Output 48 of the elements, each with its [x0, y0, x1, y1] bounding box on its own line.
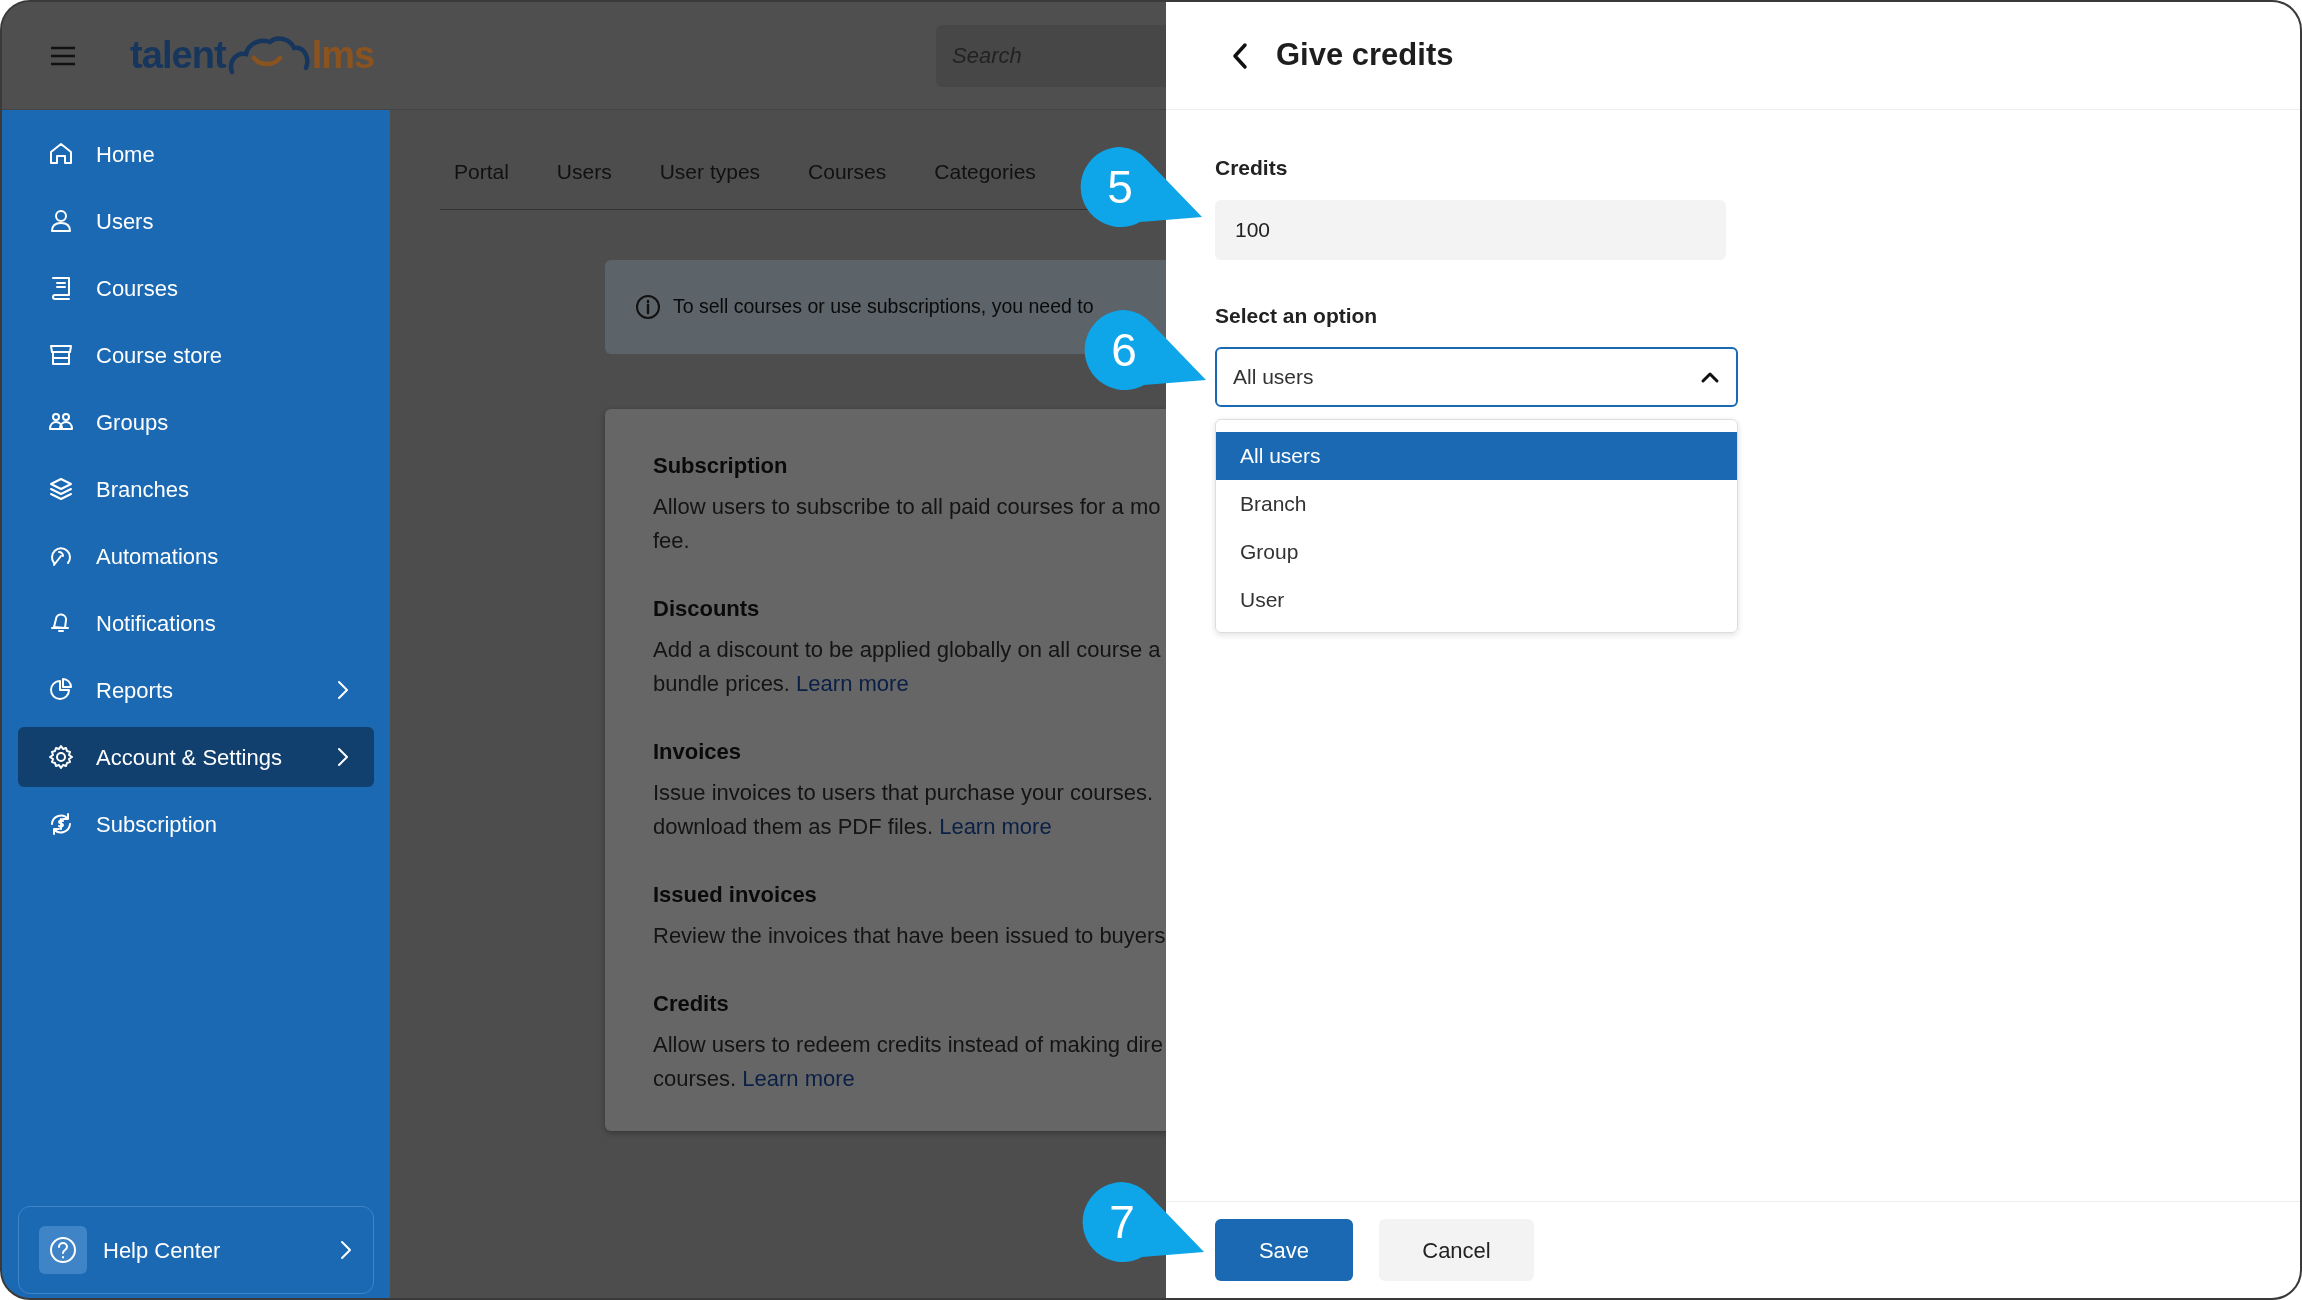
section-description: Review the invoices that have been issued to buyers	[653, 922, 1166, 950]
section-title: Credits	[653, 990, 729, 1018]
section-title: Invoices	[653, 738, 742, 766]
section-title: Subscription	[653, 452, 788, 480]
section-title: Discounts	[653, 595, 760, 623]
sidebar-item[interactable]: Notifications	[18, 593, 374, 653]
help-center-button[interactable]: Help Center	[18, 1206, 374, 1294]
panel-title: Give credits	[1276, 36, 1454, 75]
credits-field[interactable]: 100	[1215, 199, 1726, 260]
sidebar-item[interactable]: Users	[18, 191, 374, 251]
sidebar-item[interactable]: Account & Settings	[18, 727, 374, 787]
chevron-right-icon	[339, 1239, 353, 1261]
sidebar-item[interactable]: Automations	[18, 526, 374, 586]
sidebar-item[interactable]: Groups	[18, 392, 374, 452]
caret-up-icon	[1700, 370, 1720, 384]
dollar-cycle-icon	[48, 811, 74, 837]
settings-icon	[48, 744, 74, 770]
option-dropdown[interactable]: All users	[1215, 347, 1738, 407]
pie-chart-icon	[48, 677, 74, 703]
logo-text: lms	[311, 33, 375, 78]
cloud-icon	[227, 35, 310, 76]
store-icon	[48, 342, 74, 368]
sidebar-item[interactable]: Branches	[18, 459, 374, 519]
back-icon[interactable]	[1230, 41, 1250, 70]
field-label: Credits	[1215, 155, 1288, 181]
dropdown-option[interactable]: User	[1216, 576, 1737, 624]
section-description: Allow users to redeem credits instead of making dire courses. Learn more	[653, 1031, 1163, 1093]
sidebar-item[interactable]: Home	[18, 124, 374, 184]
dropdown-option[interactable]: Branch	[1216, 480, 1737, 528]
home-icon	[48, 141, 74, 167]
sidebar-item[interactable]: Reports	[18, 660, 374, 720]
help-icon	[39, 1226, 87, 1274]
info-icon	[635, 294, 661, 320]
section-description: Allow users to subscribe to all paid courses for a mo fee.	[653, 493, 1161, 555]
sidebar-item[interactable]: Courses	[18, 258, 374, 318]
field-label: Select an option	[1215, 302, 1378, 329]
section-title: Issued invoices	[653, 881, 817, 909]
logo-text: talent	[130, 33, 226, 78]
user-icon	[48, 208, 74, 234]
sidebar-item[interactable]: Subscription	[18, 794, 374, 854]
sidebar-item[interactable]: Course store	[18, 325, 374, 385]
section-description: Add a discount to be applied globally on all course a bundle prices. Learn more	[653, 636, 1161, 698]
layers-icon	[48, 476, 74, 502]
save-button[interactable]: Save	[1215, 1219, 1353, 1281]
dropdown-option[interactable]: All users	[1216, 432, 1737, 480]
dropdown-option[interactable]: Group	[1216, 528, 1737, 576]
cancel-button[interactable]: Cancel	[1379, 1219, 1534, 1281]
section-description: Issue invoices to users that purchase your courses. download them as PDF files. Learn more	[653, 779, 1154, 841]
